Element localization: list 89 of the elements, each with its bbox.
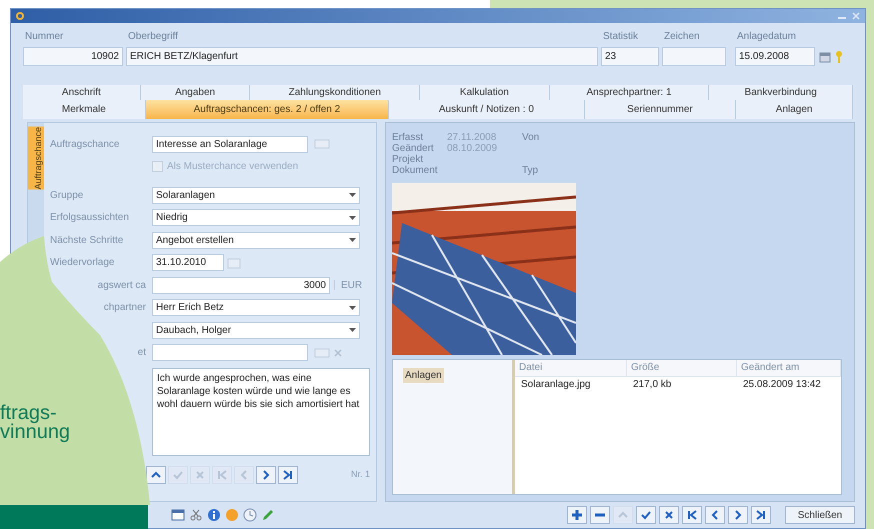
dropdown-arrow-icon[interactable] bbox=[349, 306, 356, 310]
close-button[interactable]: Schließen bbox=[785, 506, 855, 524]
input-field[interactable]: Interesse an Solaranlage bbox=[152, 136, 308, 152]
input-field[interactable]: 15.09.2008 bbox=[735, 47, 815, 66]
input-field[interactable] bbox=[152, 344, 308, 361]
info-label: Von bbox=[522, 131, 540, 142]
dropdown-arrow-icon[interactable] bbox=[349, 328, 356, 332]
unit-label: EUR bbox=[341, 278, 362, 292]
dropdown-arrow-icon[interactable] bbox=[349, 216, 356, 220]
last-record-icon bbox=[754, 508, 768, 522]
field-label: Nächste Schritte bbox=[50, 234, 124, 248]
minus-button[interactable] bbox=[590, 506, 610, 524]
scissors-icon[interactable] bbox=[189, 508, 203, 522]
table-cell-text: 217,0 kb bbox=[632, 378, 672, 392]
info-value: 08.10.2009 bbox=[447, 142, 498, 153]
field-label: agswert ca bbox=[98, 278, 147, 292]
notes-field[interactable]: Ich wurde angesprochen, was eine Solaranlage kosten würde und wie lange es wohl dauern würde bis sie sich amortisiert hat bbox=[152, 368, 370, 456]
input-field[interactable]: 10902 bbox=[23, 47, 123, 66]
dropdown[interactable]: Daubach, Holger bbox=[152, 322, 360, 338]
previous-button[interactable] bbox=[705, 506, 725, 524]
dropdown-arrow-icon[interactable] bbox=[349, 238, 356, 242]
tab[interactable]: Auskunft / Notizen : 0 bbox=[389, 100, 585, 119]
dropdown[interactable]: Solaranlagen bbox=[152, 186, 360, 204]
checkbox-label: Als Musterchance verwenden bbox=[167, 160, 298, 174]
field-label: Erfolgsaussichten bbox=[50, 211, 129, 225]
field-label: Nummer bbox=[24, 30, 64, 44]
plus-icon bbox=[570, 508, 584, 522]
first-record-icon bbox=[685, 508, 699, 522]
field-label: chpartner bbox=[104, 301, 147, 315]
dropdown[interactable]: Angebot erstellen bbox=[152, 232, 360, 248]
table-cell-text: 25.08.2009 13:42 bbox=[742, 378, 822, 392]
last-record-icon bbox=[281, 468, 295, 482]
side-tab[interactable]: Auftragschance bbox=[28, 127, 44, 190]
tab[interactable]: Anlagen bbox=[736, 100, 853, 119]
dropdown[interactable]: Herr Erich Betz bbox=[152, 299, 360, 316]
record-number: Nr. 1 bbox=[350, 468, 370, 481]
clock-icon[interactable] bbox=[243, 508, 257, 522]
field-label: Auftragschance bbox=[50, 138, 120, 152]
tree-item[interactable]: Anlagen bbox=[403, 368, 444, 383]
app-icon bbox=[15, 11, 25, 21]
input-field[interactable]: 23 bbox=[601, 47, 659, 66]
tab[interactable]: Auftragschancen: ges. 2 / offen 2 bbox=[146, 100, 390, 119]
plus-button[interactable] bbox=[567, 506, 587, 524]
calendar-icon[interactable] bbox=[819, 50, 831, 62]
first-record-button[interactable] bbox=[682, 506, 702, 524]
close-icon[interactable] bbox=[851, 12, 861, 20]
field-label: Gruppe bbox=[50, 188, 84, 202]
tab[interactable]: Angaben bbox=[140, 85, 250, 100]
tab[interactable]: Anschrift bbox=[23, 85, 141, 100]
field-label: Oberbegriff bbox=[127, 30, 179, 44]
heading-line: vinnung bbox=[0, 423, 70, 442]
field-label: Statistik bbox=[602, 30, 640, 44]
input-field[interactable] bbox=[662, 47, 726, 66]
pencil-icon[interactable] bbox=[261, 508, 275, 522]
tab[interactable]: Seriennummer bbox=[584, 100, 736, 119]
field-label: Wiedervorlage bbox=[50, 256, 114, 270]
field-label: Zeichen bbox=[663, 30, 701, 44]
info-label: Typ bbox=[522, 164, 538, 175]
dropdown-arrow-icon[interactable] bbox=[349, 193, 356, 197]
table-cell-text: Solaranlage.jpg bbox=[520, 378, 592, 392]
window-icon[interactable] bbox=[171, 508, 185, 522]
field-label: Anlagedatum bbox=[736, 30, 797, 44]
field-label: et bbox=[138, 346, 147, 360]
tab[interactable]: Merkmale bbox=[23, 100, 146, 119]
info-icon[interactable] bbox=[207, 508, 221, 522]
checkmark-button[interactable] bbox=[636, 506, 656, 524]
heading-line: ftrags- bbox=[0, 404, 57, 423]
date-field[interactable]: 31.10.2010 bbox=[152, 254, 224, 271]
first-record-icon bbox=[215, 468, 229, 482]
tab[interactable]: Bankverbindung bbox=[709, 85, 853, 100]
last-record-button[interactable] bbox=[751, 506, 771, 524]
info-label: Dokument bbox=[392, 164, 439, 175]
dot-icon[interactable] bbox=[225, 508, 239, 522]
next-button[interactable] bbox=[728, 506, 748, 524]
info-label: Geändert bbox=[392, 142, 435, 153]
clear-icon[interactable] bbox=[334, 348, 342, 356]
tab[interactable]: Kalkulation bbox=[420, 85, 550, 100]
input-field[interactable]: 3000 bbox=[152, 276, 330, 294]
dropdown[interactable]: Niedrig bbox=[152, 209, 360, 226]
info-label: Erfasst bbox=[392, 131, 424, 142]
next-button[interactable] bbox=[256, 466, 276, 484]
input-field[interactable]: ERICH BETZ/Klagenfurt bbox=[126, 47, 598, 66]
info-label: Projekt bbox=[392, 153, 424, 164]
info-value: 27.11.2008 bbox=[447, 131, 498, 142]
tab[interactable]: Ansprechpartner: 1 bbox=[550, 85, 710, 100]
caret-up-button[interactable] bbox=[146, 466, 166, 484]
last-record-button[interactable] bbox=[278, 466, 298, 484]
tab[interactable]: Zahlungskonditionen bbox=[250, 85, 420, 100]
cross-button[interactable] bbox=[659, 506, 679, 524]
